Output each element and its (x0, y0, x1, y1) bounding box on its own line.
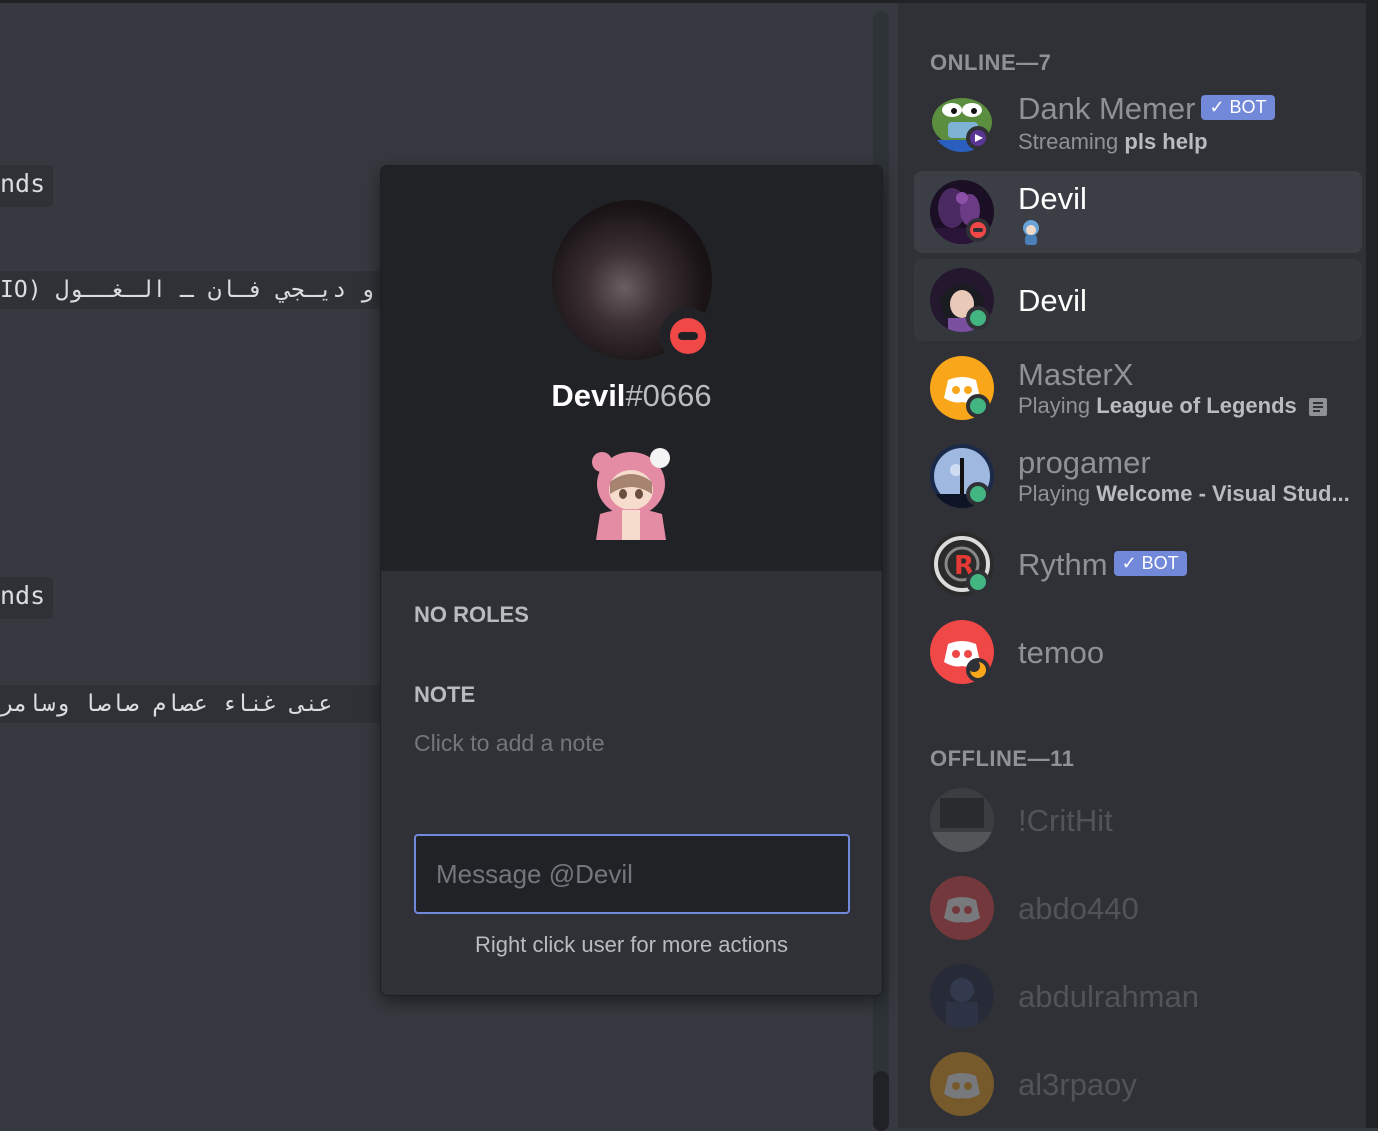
status-streaming-icon (966, 126, 990, 150)
status-online-icon (966, 306, 990, 330)
chat-code-line: عنى غناء عصام صاصا وسامر (0, 685, 382, 723)
member-name: abdulrahman (1018, 979, 1199, 1014)
note-field[interactable]: Click to add a note (414, 730, 605, 757)
member-name: Rythm ✓ BOT (1018, 547, 1187, 583)
member-item-offline[interactable]: abdo440 (914, 867, 1362, 949)
member-name: MasterX (1018, 357, 1134, 392)
status-online-icon (966, 482, 990, 506)
member-name: !CritHit (1018, 803, 1113, 838)
member-name: progamer (1018, 445, 1151, 480)
member-name: temoo (1018, 635, 1105, 670)
custom-status-emoji-icon (586, 444, 676, 540)
discord-avatar-red (930, 876, 994, 940)
member-name: al3rpaoy (1018, 1067, 1137, 1102)
status-idle-icon (966, 658, 990, 682)
member-name: abdo440 (1018, 891, 1139, 926)
status-online-icon (966, 394, 990, 418)
online-header: ONLINE—7 (930, 50, 1052, 75)
member-item-offline[interactable]: abdulrahman (914, 955, 1362, 1037)
abdulrahman-avatar (930, 964, 994, 1028)
member-activity: Playing Welcome - Visual Stud... (1018, 481, 1350, 506)
status-online-icon (966, 570, 990, 594)
popout-hint: Right click user for more actions (475, 932, 788, 957)
status-dnd-icon (660, 308, 716, 364)
message-input[interactable] (414, 834, 850, 914)
bot-tag: ✓ BOT (1113, 551, 1187, 577)
chat-code-line: و ديـجي فـان ـ الـغــول (IO (0, 271, 382, 309)
chat-inline-code: nds (0, 577, 54, 619)
chat-inline-code: nds (0, 165, 54, 207)
crithit-avatar (930, 788, 994, 852)
member-item[interactable]: Devil (914, 259, 1362, 341)
member-name: Devil (1018, 181, 1087, 216)
custom-status-emoji-icon (1020, 219, 1042, 245)
member-item[interactable]: R Rythm ✓ BOT (914, 523, 1362, 605)
member-item[interactable]: progamer Playing Welcome - Visual Stud..… (914, 435, 1362, 517)
chat-scrollbar-thumb[interactable] (873, 1071, 889, 1131)
member-item-selected[interactable]: Devil (914, 171, 1362, 253)
user-popout: Devil#0666 NO ROLES NOTE Click to add a … (381, 166, 882, 995)
status-dnd-icon (966, 218, 990, 242)
popout-header: Devil#0666 (381, 166, 882, 571)
member-name: Devil (1018, 283, 1087, 318)
member-name: Dank Memer ✓ BOT (1018, 91, 1275, 127)
member-activity: Streaming pls help (1018, 129, 1208, 154)
roles-label: NO ROLES (414, 602, 529, 627)
member-list-scrollbar[interactable] (1366, 0, 1378, 1128)
member-activity: Playing League of Legends (1018, 393, 1327, 419)
popout-username: Devil#0666 (551, 378, 712, 413)
member-item[interactable]: temoo (914, 611, 1362, 693)
bot-tag: ✓ BOT (1201, 95, 1275, 121)
member-item-offline[interactable]: al3rpaoy (914, 1043, 1362, 1125)
note-label: NOTE (414, 682, 476, 707)
member-item[interactable]: MasterX Playing League of Legends (914, 347, 1362, 429)
member-item[interactable]: Dank Memer ✓ BOT Streaming pls help (914, 79, 1362, 161)
offline-header: OFFLINE—11 (930, 746, 1075, 771)
rich-presence-icon (1308, 398, 1327, 417)
member-item-offline[interactable]: !CritHit (914, 779, 1362, 861)
discord-avatar-orange (930, 1052, 994, 1116)
